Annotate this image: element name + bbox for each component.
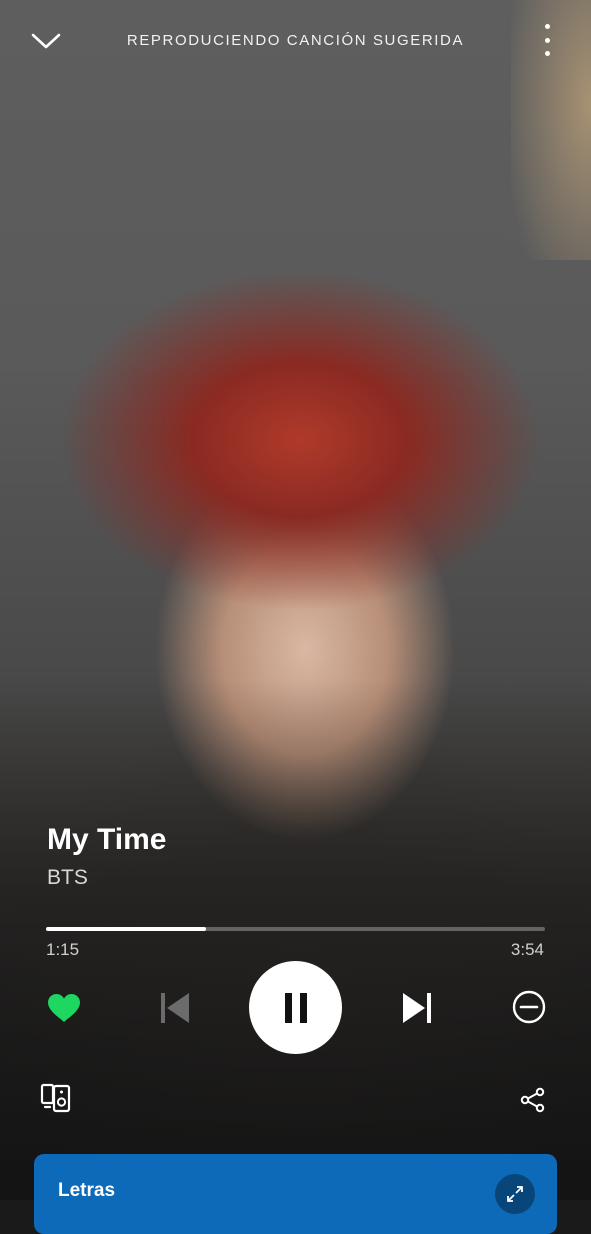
heart-filled-icon <box>48 994 80 1022</box>
minus-circle-icon <box>512 990 546 1024</box>
expand-icon <box>507 1186 523 1202</box>
like-button[interactable] <box>44 988 84 1028</box>
lyrics-label: Letras <box>58 1180 116 1201</box>
skip-next-icon <box>403 993 431 1023</box>
pause-button[interactable] <box>249 961 342 1054</box>
expand-lyrics-button[interactable] <box>495 1174 535 1214</box>
connect-device-button[interactable] <box>38 1080 74 1116</box>
devices-icon <box>40 1083 71 1113</box>
share-button[interactable] <box>517 1084 549 1116</box>
now-playing-header: REPRODUCIENDO CANCIÓN SUGERIDA <box>0 0 591 80</box>
next-button[interactable] <box>397 988 437 1028</box>
skip-previous-icon <box>161 993 189 1023</box>
more-options-button[interactable] <box>537 24 557 56</box>
progress-fill <box>46 927 206 931</box>
elapsed-time: 1:15 <box>46 940 80 959</box>
previous-button[interactable] <box>155 988 195 1028</box>
total-time: 3:54 <box>510 940 544 959</box>
track-title[interactable]: My Time <box>47 823 167 857</box>
more-vertical-icon-dot <box>544 37 550 43</box>
more-vertical-icon-dot <box>544 51 550 56</box>
track-artist[interactable]: BTS <box>47 866 88 890</box>
share-icon <box>520 1087 545 1113</box>
background-shade <box>0 680 591 1200</box>
hide-song-button[interactable] <box>508 986 550 1028</box>
lyrics-card[interactable]: Letras <box>34 1154 557 1234</box>
more-vertical-icon <box>544 24 550 29</box>
pause-icon <box>284 992 307 1023</box>
progress-bar[interactable] <box>46 927 545 931</box>
header-title: REPRODUCIENDO CANCIÓN SUGERIDA <box>126 32 465 49</box>
